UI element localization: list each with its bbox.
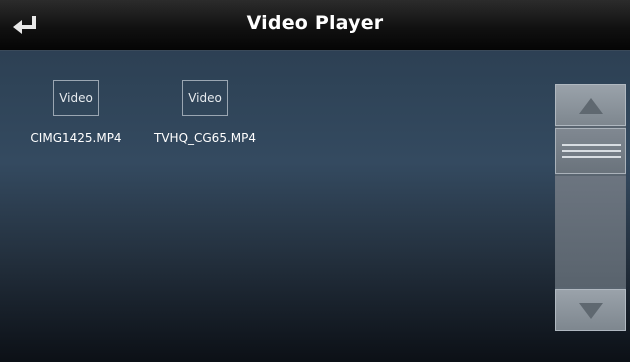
file-name: TVHQ_CG65.MP4 (154, 131, 256, 145)
grip-line (562, 150, 621, 152)
page-title: Video Player (246, 12, 384, 34)
video-thumbnail: Video (182, 80, 228, 116)
file-item-cimg1425[interactable]: Video CIMG1425.MP4 (14, 80, 138, 145)
scroll-up-button[interactable] (555, 84, 626, 126)
vertical-scrollbar (555, 84, 626, 331)
video-player-screen: Video Player Video CIMG1425.MP4 Video TV… (0, 0, 630, 362)
title-bar: Video Player (0, 0, 630, 51)
triangle-down-icon (579, 303, 603, 319)
file-name: CIMG1425.MP4 (30, 131, 122, 145)
scroll-down-button[interactable] (555, 289, 626, 331)
grip-line (562, 156, 621, 158)
triangle-up-icon (579, 98, 603, 114)
file-item-tvhq-cg65[interactable]: Video TVHQ_CG65.MP4 (143, 80, 267, 145)
scroll-thumb[interactable] (555, 128, 626, 174)
scroll-track[interactable] (555, 176, 626, 287)
grip-lines-icon (562, 144, 621, 146)
video-thumbnail: Video (53, 80, 99, 116)
